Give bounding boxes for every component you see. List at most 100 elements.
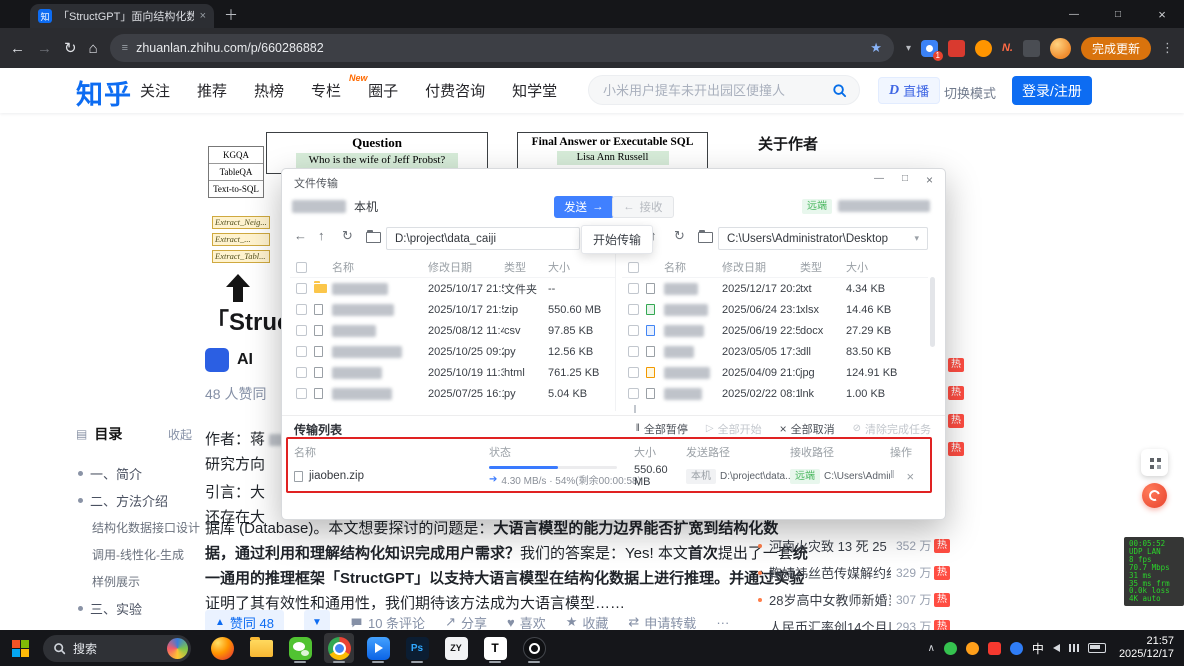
- battery-icon[interactable]: [1088, 643, 1106, 653]
- minimize-icon[interactable]: —: [1052, 0, 1096, 28]
- t-app-button[interactable]: [480, 633, 510, 663]
- search-icon[interactable]: [832, 83, 847, 98]
- toc-item[interactable]: 调用-线性化-生成: [76, 541, 192, 568]
- file-row[interactable]: 2025/10/19 11:35 html 761.25 KB: [290, 362, 615, 383]
- nav-item[interactable]: 关注: [140, 80, 170, 101]
- toc-item[interactable]: 二、方法介绍: [76, 487, 192, 514]
- toc-item[interactable]: 三、实验: [76, 595, 192, 622]
- transfer-row[interactable]: jiaoben.zip ➔4.30 MB/s · 54%(剩余00:00:58)…: [282, 461, 957, 491]
- maximize-icon[interactable]: □: [902, 173, 908, 187]
- file-row[interactable]: 2025/06/24 23:16 xlsx 14.46 KB: [622, 299, 928, 320]
- local-path-input[interactable]: D:\project\data_caiji: [386, 227, 580, 250]
- site-info-icon[interactable]: ≡: [122, 42, 128, 54]
- minimize-icon[interactable]: —: [874, 173, 884, 187]
- favorite-button[interactable]: ★收藏: [566, 613, 609, 632]
- extension-icon[interactable]: [948, 40, 965, 57]
- back-icon[interactable]: ←: [10, 41, 25, 56]
- row-checkbox[interactable]: [628, 346, 639, 357]
- browser-menu-icon[interactable]: ⋮: [1161, 40, 1174, 56]
- tray-app-icon[interactable]: [944, 642, 957, 655]
- row-checkbox[interactable]: [628, 283, 639, 294]
- zy-app-button[interactable]: [441, 633, 471, 663]
- hot-list-item[interactable]: 鞠婧祎丝芭传媒解约纠纷 329 万 热: [758, 559, 950, 586]
- new-folder-icon[interactable]: [698, 232, 713, 243]
- nav-item[interactable]: 专栏: [311, 80, 341, 101]
- toc-collapse-link[interactable]: 收起: [168, 426, 192, 443]
- pause-icon[interactable]: ‖: [890, 469, 895, 484]
- row-checkbox[interactable]: [296, 283, 307, 294]
- file-row[interactable]: 2025/07/25 16:19 py 5.04 KB: [290, 383, 615, 404]
- more-button[interactable]: ···: [716, 615, 729, 630]
- file-row[interactable]: 2025/10/17 21:51 zip 550.60 MB: [290, 299, 615, 320]
- zhihu-logo[interactable]: 知乎: [76, 73, 132, 112]
- dark-app-button[interactable]: [519, 633, 549, 663]
- row-checkbox[interactable]: [628, 388, 639, 399]
- row-checkbox[interactable]: [296, 367, 307, 378]
- file-row[interactable]: 2025/08/12 11:40 csv 97.85 KB: [290, 320, 615, 341]
- tray-app-icon[interactable]: [966, 642, 979, 655]
- search-input[interactable]: [601, 82, 824, 99]
- transfer-control-button[interactable]: 清除完成任务: [853, 421, 931, 437]
- repost-button[interactable]: ⇄申请转载: [628, 613, 696, 632]
- zhihu-search-box[interactable]: [588, 75, 860, 105]
- file-pane-scrollbar[interactable]: [930, 277, 935, 347]
- toc-item[interactable]: 一、简介: [76, 460, 192, 487]
- extension-icon[interactable]: [1023, 40, 1040, 57]
- transfer-control-button[interactable]: 全部取消: [780, 421, 835, 437]
- explorer-app-button[interactable]: [246, 633, 276, 663]
- row-checkbox[interactable]: [296, 388, 307, 399]
- photoshop-app-button[interactable]: [402, 633, 432, 663]
- author-card[interactable]: AI: [205, 348, 253, 372]
- extension-icon[interactable]: 1: [921, 40, 938, 57]
- file-row[interactable]: 2023/05/05 17:34 dll 83.50 KB: [622, 341, 928, 362]
- start-transfer-button[interactable]: 开始传输: [581, 225, 653, 254]
- toc-item[interactable]: 样例展示: [76, 568, 192, 595]
- tray-app-icon[interactable]: [988, 642, 1001, 655]
- login-button[interactable]: 登录/注册: [1012, 76, 1092, 105]
- profile-avatar[interactable]: [1050, 38, 1071, 59]
- new-tab-button[interactable]: ＋: [224, 5, 238, 25]
- refresh-icon[interactable]: ↻: [674, 229, 685, 242]
- blue-app-button[interactable]: [363, 633, 393, 663]
- nav-item[interactable]: 付费咨询: [425, 80, 485, 101]
- ime-indicator[interactable]: 中: [1032, 640, 1044, 657]
- toc-item[interactable]: 结构化数据接口设计: [76, 514, 192, 541]
- receive-button[interactable]: ←接收: [612, 196, 674, 218]
- row-checkbox[interactable]: [628, 325, 639, 336]
- share-panel-button[interactable]: [1141, 449, 1168, 476]
- address-bar[interactable]: ≡ zhuanlan.zhihu.com/p/660286882 ★: [110, 34, 894, 62]
- close-icon[interactable]: ×: [926, 173, 933, 187]
- like-button[interactable]: ♥喜欢: [507, 613, 546, 632]
- wechat-app-button[interactable]: [285, 633, 315, 663]
- comments-button[interactable]: 10 条评论: [350, 613, 425, 632]
- maximize-icon[interactable]: □: [1096, 0, 1140, 28]
- new-folder-icon[interactable]: [366, 232, 381, 243]
- row-checkbox[interactable]: [628, 304, 639, 315]
- remote-path-select[interactable]: C:\Users\Administrator\Desktop ▾: [718, 227, 928, 250]
- chrome-app-button[interactable]: [324, 633, 354, 663]
- start-button[interactable]: [12, 640, 29, 657]
- taskbar-clock[interactable]: 21:57 2025/12/17: [1119, 635, 1174, 661]
- row-checkbox[interactable]: [296, 304, 307, 315]
- extension-icon[interactable]: N.: [1002, 42, 1013, 54]
- volume-icon[interactable]: [1053, 644, 1060, 652]
- mode-toggle[interactable]: 切换模式: [944, 83, 996, 102]
- up-folder-icon[interactable]: ↑: [318, 229, 325, 242]
- firefox-app-button[interactable]: [207, 633, 237, 663]
- search-highlight-avatar[interactable]: [167, 638, 188, 659]
- file-row[interactable]: 2025/10/25 09:28 py 12.56 KB: [290, 341, 615, 362]
- nav-item[interactable]: 知学堂: [512, 80, 557, 101]
- close-icon[interactable]: ×: [1140, 0, 1184, 28]
- live-button[interactable]: D 直播: [878, 77, 940, 104]
- row-checkbox[interactable]: [296, 346, 307, 357]
- taskbar-search[interactable]: 搜索: [43, 635, 191, 662]
- browser-tab[interactable]: 知 「StructGPT」面向结构化数据 ×: [30, 4, 214, 28]
- cancel-icon[interactable]: ×: [907, 469, 915, 484]
- activity-badge-button[interactable]: [1142, 483, 1167, 508]
- nav-item[interactable]: 圈子: [368, 80, 398, 101]
- author-avatar[interactable]: [205, 348, 229, 372]
- network-icon[interactable]: [1069, 644, 1079, 652]
- file-row[interactable]: 2025/10/17 21:51 文件夹 --: [290, 278, 615, 299]
- reload-icon[interactable]: ↻: [64, 41, 77, 56]
- select-all-checkbox[interactable]: [628, 262, 639, 273]
